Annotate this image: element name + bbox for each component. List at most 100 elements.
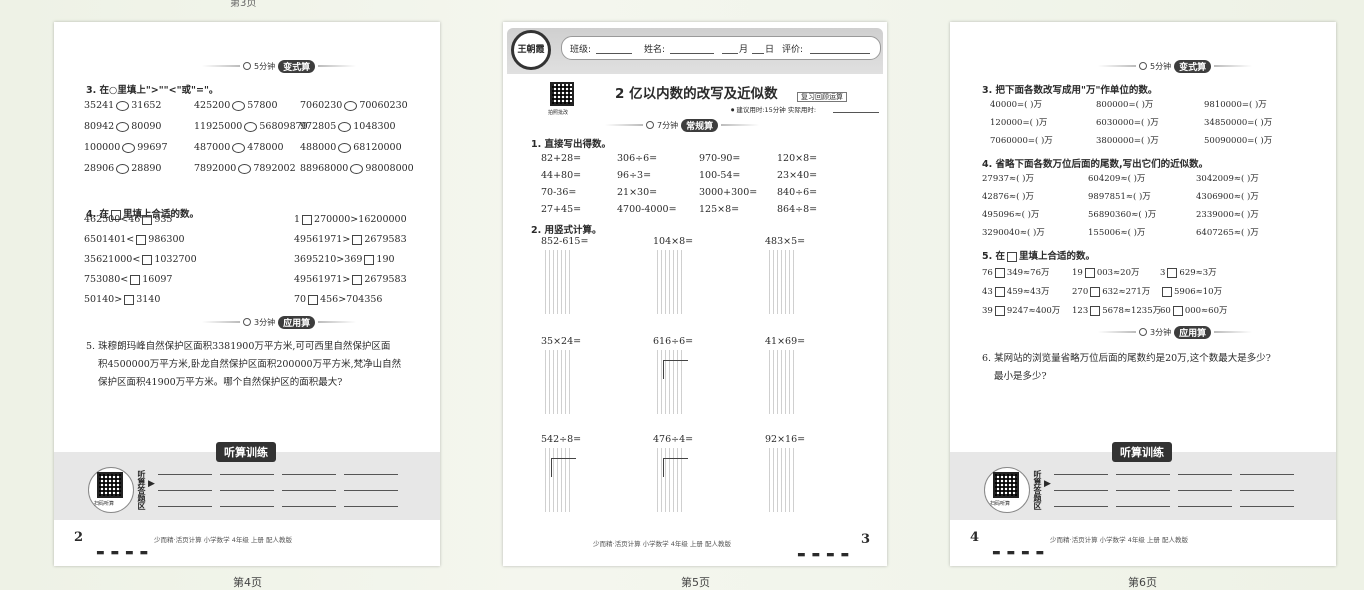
fill-suffix: 459≈43万: [1006, 287, 1050, 297]
student-info-box[interactable]: 班级: 姓名: 月 日 评价:: [561, 36, 881, 60]
work-area[interactable]: [769, 350, 797, 414]
answer-box[interactable]: [1090, 286, 1101, 297]
qr-label: 拍照批改: [548, 110, 569, 116]
left-number: 28906: [84, 163, 115, 174]
answer-box[interactable]: [124, 294, 135, 305]
fill-suffix: 2679583: [364, 274, 407, 285]
answer-line[interactable]: [344, 474, 398, 475]
fill-item: 39 9247≈400万: [982, 304, 1060, 316]
work-area[interactable]: [545, 350, 573, 414]
page-4[interactable]: 5分钟 变式算 3. 在○里填上">""<"或"="。 35241 31652 425…: [54, 22, 440, 566]
answer-line[interactable]: [158, 490, 212, 491]
answer-line[interactable]: [282, 490, 336, 491]
answer-box[interactable]: [136, 234, 147, 245]
work-area[interactable]: [545, 250, 573, 314]
fill-item: 5906≈10万: [1160, 285, 1222, 297]
compare-circle[interactable]: [122, 142, 136, 153]
compare-circle[interactable]: [238, 163, 252, 174]
compare-circle[interactable]: [116, 100, 130, 111]
answer-line[interactable]: [220, 490, 274, 491]
answer-line[interactable]: [1054, 474, 1108, 475]
answer-box[interactable]: [1090, 305, 1101, 316]
answer-box[interactable]: [1162, 286, 1172, 297]
answer-line[interactable]: [1054, 506, 1108, 507]
qr-code-icon[interactable]: [97, 472, 123, 498]
answer-line[interactable]: [1240, 474, 1294, 475]
answer-box[interactable]: [308, 294, 319, 305]
right-number: 28890: [131, 163, 162, 174]
compare-circle[interactable]: [344, 100, 358, 111]
page-6[interactable]: 5分钟 变式算 3. 把下面各数改写成用"万"作单位的数。 40000=( )万 8…: [950, 22, 1336, 566]
answer-box[interactable]: [302, 214, 313, 225]
answer-box[interactable]: [142, 254, 153, 265]
answer-line[interactable]: [220, 474, 274, 475]
calc-item: 864÷8=: [777, 204, 818, 215]
answer-box[interactable]: [1084, 267, 1095, 278]
answer-line[interactable]: [220, 506, 274, 507]
question-5-line: 积4500000万平方米,卧龙自然保护区面积200000万平方米,梵净山自然: [98, 359, 402, 370]
fill-prefix: 3695210>369: [294, 254, 363, 265]
rewrite-item: 800000=( )万: [1096, 100, 1154, 110]
compare-circle[interactable]: [350, 163, 364, 174]
calc-item: 82+28=: [541, 153, 582, 164]
calc-item: 120×8=: [777, 153, 818, 164]
answer-line[interactable]: [344, 490, 398, 491]
answer-box[interactable]: [352, 274, 363, 285]
answer-line[interactable]: [282, 474, 336, 475]
name-label: 姓名:: [644, 45, 666, 55]
compare-circle[interactable]: [244, 121, 258, 132]
answer-box[interactable]: [142, 214, 153, 225]
answer-line[interactable]: [1054, 490, 1108, 491]
approx-item: 155006≈( )万: [1088, 228, 1146, 238]
compare-circle[interactable]: [338, 142, 352, 153]
timer-time: 3分钟: [1150, 327, 1172, 337]
timer-bar: 5分钟 变式算: [1098, 59, 1253, 73]
work-area[interactable]: [657, 250, 685, 314]
answer-box[interactable]: [130, 274, 141, 285]
brand-logo: 王朝霞: [511, 30, 551, 70]
answer-box[interactable]: [994, 305, 1005, 316]
compare-circle[interactable]: [116, 121, 130, 132]
answer-line[interactable]: [282, 506, 336, 507]
answer-box[interactable]: [1007, 251, 1018, 262]
page-5[interactable]: 王朝霞 班级: 姓名: 月 日 评价: 拍照批改 2 亿以内数的改写及近似数 复…: [503, 22, 887, 566]
caption-page-5: 第5页: [681, 576, 710, 589]
answer-box[interactable]: [1167, 267, 1178, 278]
fill-prefix: 6501401<: [84, 234, 135, 245]
page-number: 4: [970, 530, 980, 545]
question-1-title: 1. 直接写出得数。: [531, 139, 612, 150]
work-area[interactable]: [769, 250, 797, 314]
answer-line[interactable]: [1178, 490, 1232, 491]
answer-box[interactable]: [364, 254, 375, 265]
answer-line[interactable]: [1178, 506, 1232, 507]
answer-line[interactable]: [344, 506, 398, 507]
answer-line[interactable]: [1116, 506, 1170, 507]
compare-circle[interactable]: [232, 142, 246, 153]
division-bracket: [663, 458, 688, 477]
qr-code-icon[interactable]: [550, 82, 574, 106]
arrow-icon: ▶: [1044, 479, 1051, 489]
answer-line[interactable]: [1116, 490, 1170, 491]
compare-circle[interactable]: [116, 163, 130, 174]
work-area[interactable]: [769, 448, 797, 512]
answer-line[interactable]: [1240, 506, 1294, 507]
answer-line[interactable]: [1240, 490, 1294, 491]
answer-box[interactable]: [994, 267, 1005, 278]
compare-circle[interactable]: [232, 100, 246, 111]
compare-item: 11925000 56809870: [194, 121, 308, 132]
compare-circle[interactable]: [338, 121, 352, 132]
answer-line[interactable]: [158, 506, 212, 507]
answer-box[interactable]: [352, 234, 363, 245]
calc-item: 44+80=: [541, 170, 582, 181]
answer-line[interactable]: [158, 474, 212, 475]
page-footer: 少而精·活页计算 小学数学 4年级 上册 配人教版: [593, 540, 731, 548]
answer-box[interactable]: [1172, 305, 1183, 316]
fill-suffix: 000≈60万: [1184, 306, 1228, 316]
timer-label: 常规算: [681, 118, 719, 132]
right-number: 7892002: [253, 163, 296, 174]
rewrite-item: 50090000=( )万: [1204, 136, 1273, 146]
answer-line[interactable]: [1116, 474, 1170, 475]
qr-code-icon[interactable]: [993, 472, 1019, 498]
answer-box[interactable]: [994, 286, 1005, 297]
answer-line[interactable]: [1178, 474, 1232, 475]
